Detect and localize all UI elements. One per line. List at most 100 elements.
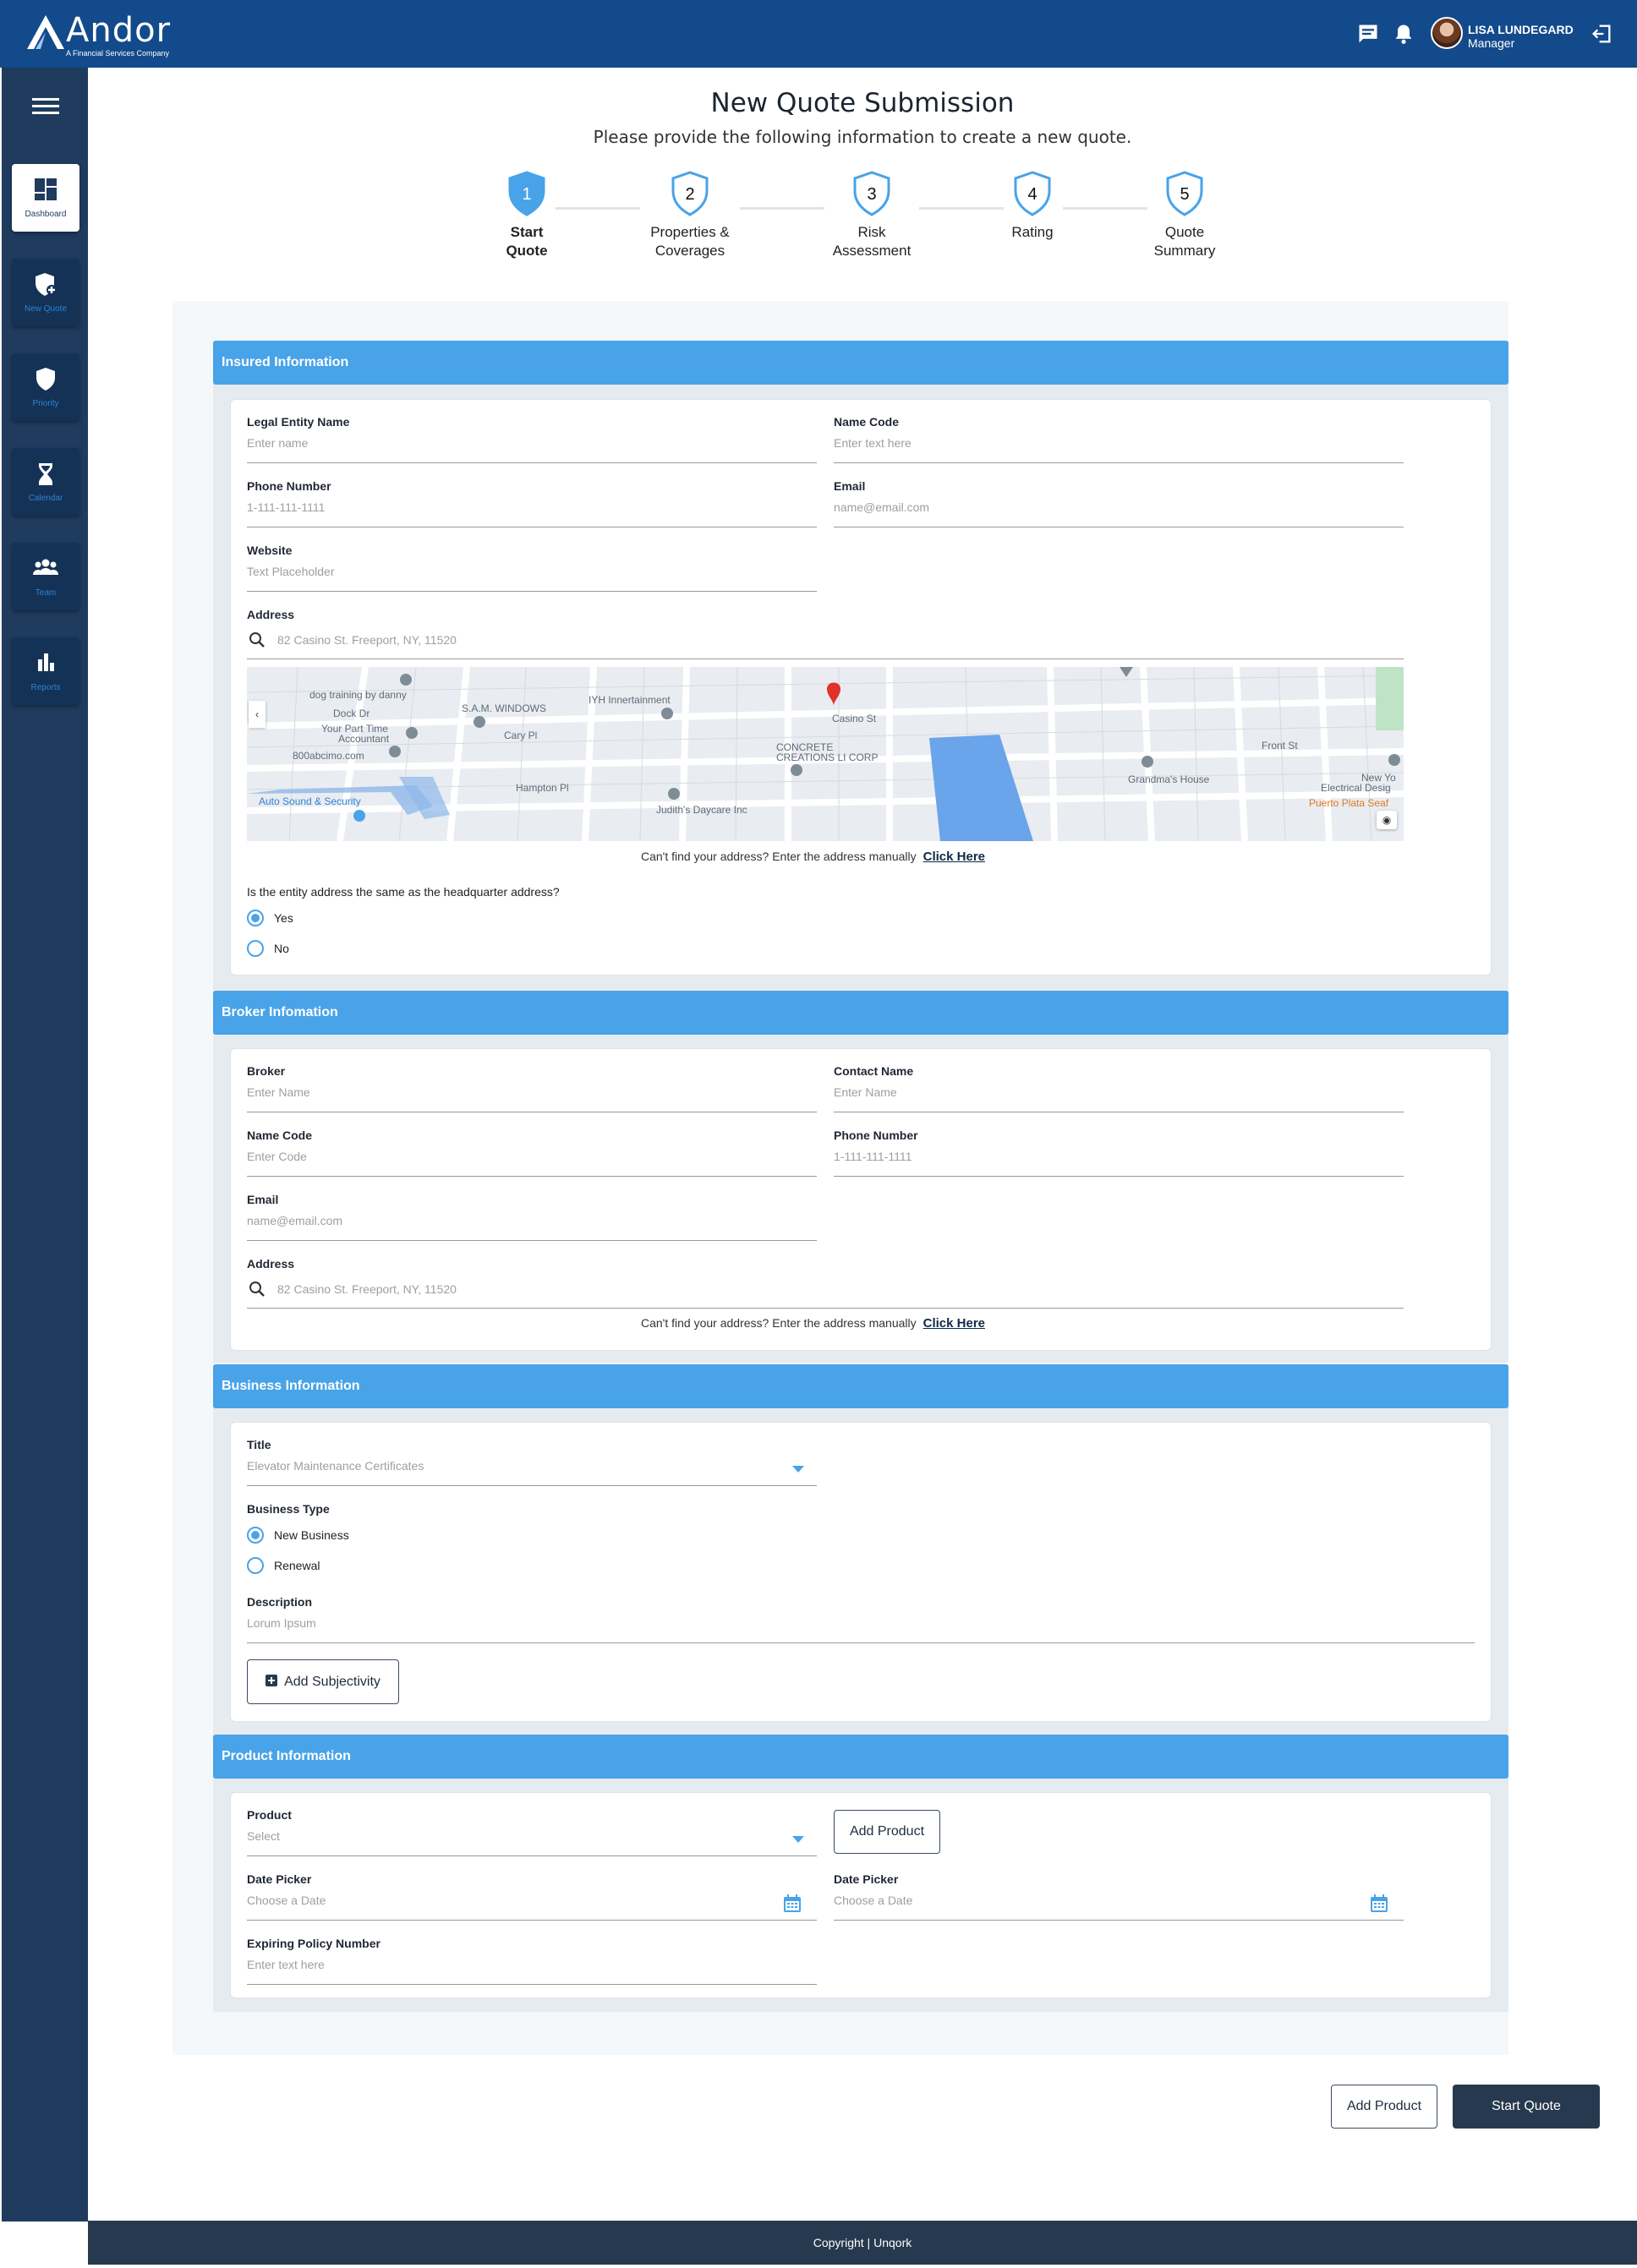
- phone-number-field[interactable]: Phone Number 1-111-111-1111: [247, 478, 817, 527]
- step-shield-icon: 1: [508, 171, 545, 216]
- bell-icon[interactable]: [1392, 22, 1415, 46]
- sidebar-item-dashboard[interactable]: Dashboard: [12, 164, 79, 232]
- field-label: Email: [247, 1193, 279, 1206]
- date-picker-start[interactable]: Date Picker Choose a Date: [247, 1872, 817, 1921]
- sidebar-item-new-quote[interactable]: New Quote: [12, 259, 79, 326]
- step-label: Rating: [1011, 224, 1054, 240]
- address-map[interactable]: dog training by danny S.A.M. WINDOWS IYH…: [247, 667, 1404, 841]
- hint-text: Can't find your address? Enter the addre…: [641, 850, 917, 863]
- map-label: Grandma's House: [1128, 773, 1210, 785]
- field-label: Date Picker: [247, 1872, 312, 1886]
- radio-label: Yes: [274, 911, 293, 925]
- field-placeholder: Choose a Date: [247, 1894, 326, 1907]
- title-select[interactable]: Title Elevator Maintenance Certificates: [247, 1437, 817, 1486]
- field-placeholder: Enter name: [247, 436, 309, 450]
- step-quote-summary[interactable]: 5 Quote Summary: [1125, 171, 1244, 260]
- user-avatar[interactable]: [1431, 17, 1463, 49]
- website-field[interactable]: Website Text Placeholder: [247, 543, 817, 592]
- field-placeholder: 82 Casino St. Freeport, NY, 11520: [277, 633, 457, 647]
- copyright-text: Copyright: [813, 2236, 864, 2249]
- sidebar-item-team[interactable]: Team: [12, 543, 79, 610]
- broker-phone-field[interactable]: Phone Number 1-111-111-1111: [834, 1128, 1404, 1177]
- click-here-link[interactable]: Click Here: [923, 850, 985, 864]
- add-product-inline-button[interactable]: Add Product: [834, 1810, 940, 1854]
- top-bar: Andor A Financial Services Company LISA …: [0, 0, 1637, 68]
- sidebar-item-label: New Quote: [24, 304, 68, 314]
- click-here-link[interactable]: Click Here: [923, 1316, 985, 1331]
- chat-icon[interactable]: [1356, 22, 1380, 46]
- hint-text: Can't find your address? Enter the addre…: [641, 1316, 917, 1330]
- dashboard-icon: [35, 178, 57, 200]
- step-properties-coverages[interactable]: 2 Properties & Coverages: [631, 171, 749, 260]
- field-label: Address: [247, 608, 295, 621]
- field-value: Elevator Maintenance Certificates: [247, 1459, 424, 1473]
- map-label: dog training by danny: [309, 689, 407, 701]
- calendar-icon[interactable]: [783, 1894, 802, 1913]
- date-picker-end[interactable]: Date Picker Choose a Date: [834, 1872, 1404, 1921]
- renewal-radio[interactable]: Renewal: [247, 1556, 320, 1575]
- sidebar-item-priority[interactable]: Priority: [12, 353, 79, 421]
- address-search-field[interactable]: Address 82 Casino St. Freeport, NY, 1152…: [247, 607, 1404, 659]
- calendar-icon[interactable]: [1370, 1894, 1388, 1913]
- hq-yes-radio[interactable]: Yes: [247, 909, 293, 927]
- start-quote-button[interactable]: Start Quote: [1453, 2085, 1600, 2129]
- name-code-field[interactable]: Name Code Enter text here: [834, 414, 1404, 463]
- add-product-button[interactable]: Add Product: [1331, 2085, 1437, 2129]
- broker-field[interactable]: Broker Enter Name: [247, 1063, 817, 1112]
- sidebar-item-calendar[interactable]: Calendar: [12, 448, 79, 516]
- map-label: Auto Sound & Security: [259, 795, 361, 807]
- user-role: Manager: [1468, 36, 1515, 50]
- step-rating[interactable]: 4 Rating: [973, 171, 1092, 242]
- field-label: Name Code: [834, 415, 900, 429]
- shield-plus-icon: [36, 273, 57, 296]
- contact-name-field[interactable]: Contact Name Enter Name: [834, 1063, 1404, 1112]
- radio-label: Renewal: [274, 1559, 320, 1572]
- step-number: 5: [1180, 185, 1189, 204]
- step-label: Risk: [857, 224, 886, 240]
- hq-no-radio[interactable]: No: [247, 939, 289, 958]
- broker-email-field[interactable]: Email name@email.com: [247, 1192, 817, 1241]
- map-eye-icon[interactable]: ◉: [1377, 811, 1397, 829]
- product-select[interactable]: Product Select: [247, 1807, 817, 1856]
- brand-logo[interactable]: Andor A Financial Services Company: [27, 12, 188, 57]
- step-connector: [740, 207, 824, 210]
- step-number: 3: [867, 185, 876, 204]
- footer: Copyright | Unqork: [88, 2221, 1637, 2265]
- step-risk-assessment[interactable]: 3 Risk Assessment: [813, 171, 931, 260]
- broker-address-search-field[interactable]: Address 82 Casino St. Freeport, NY, 1152…: [247, 1256, 1404, 1309]
- radio-label: New Business: [274, 1528, 349, 1542]
- map-label: Judith's Daycare Inc: [656, 804, 747, 816]
- map-label: Puerto Plata Seaf: [1309, 797, 1389, 809]
- map-label: Electrical Desig: [1321, 782, 1391, 794]
- sidebar-item-reports[interactable]: Reports: [12, 637, 79, 705]
- map-label: Accountant: [338, 733, 390, 745]
- insured-section-header: Insured Information: [213, 341, 1508, 385]
- broker-name-code-field[interactable]: Name Code Enter Code: [247, 1128, 817, 1177]
- field-placeholder: Select: [247, 1829, 280, 1843]
- add-subjectivity-button[interactable]: Add Subjectivity: [247, 1659, 399, 1704]
- field-label: Phone Number: [834, 1129, 918, 1142]
- new-business-radio[interactable]: New Business: [247, 1526, 349, 1544]
- map-label: Dock Dr: [333, 708, 370, 719]
- field-placeholder: 1-111-111-1111: [247, 500, 326, 514]
- step-start-quote[interactable]: 1 Start Quote: [468, 171, 586, 260]
- radio-label: No: [274, 942, 289, 955]
- field-placeholder: Enter Name: [247, 1085, 310, 1099]
- hourglass-icon: [39, 463, 52, 485]
- sidebar-item-label: Calendar: [28, 494, 63, 503]
- plus-square-icon: [266, 1675, 278, 1686]
- field-label: Email: [834, 479, 866, 493]
- logout-icon[interactable]: [1590, 22, 1613, 46]
- sidebar: Dashboard New Quote Priority Calendar Te…: [2, 68, 88, 2222]
- hamburger-menu-icon[interactable]: [32, 96, 59, 117]
- step-shield-icon: 2: [671, 171, 709, 216]
- description-field[interactable]: Description Lorum Ipsum: [247, 1594, 1475, 1643]
- map-collapse-arrow-icon[interactable]: ‹: [249, 701, 266, 728]
- field-placeholder: name@email.com: [834, 500, 930, 514]
- legal-entity-name-field[interactable]: Legal Entity Name Enter name: [247, 414, 817, 463]
- chevron-down-icon: [792, 1466, 804, 1473]
- field-placeholder: Text Placeholder: [247, 565, 335, 578]
- email-field[interactable]: Email name@email.com: [834, 478, 1404, 527]
- expiring-policy-number-field[interactable]: Expiring Policy Number Enter text here: [247, 1936, 817, 1985]
- step-shield-icon: 4: [1014, 171, 1051, 216]
